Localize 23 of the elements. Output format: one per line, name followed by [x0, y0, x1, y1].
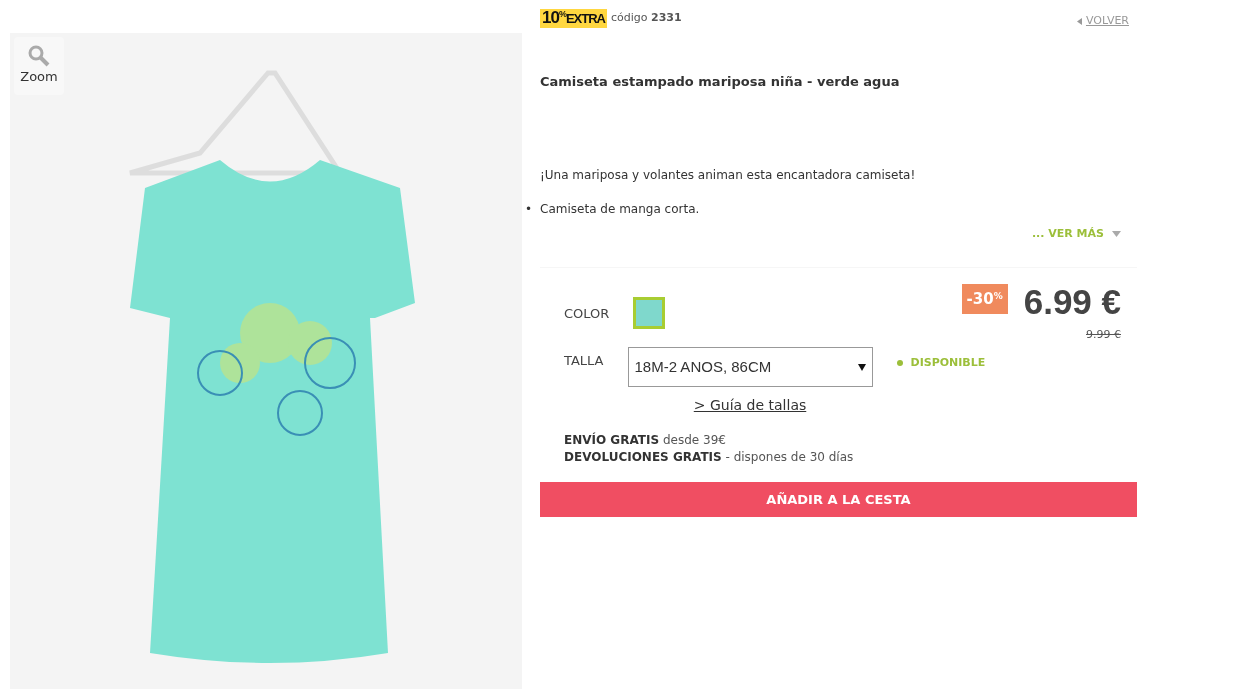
bullet-point: Camiseta de manga corta.: [540, 201, 700, 219]
zoom-button[interactable]: Zoom: [14, 37, 64, 95]
caret-down-icon: [857, 363, 866, 371]
color-label: COLOR: [564, 304, 610, 323]
size-guide-link[interactable]: > Guía de tallas: [693, 395, 807, 417]
current-price: 6.99 €: [1023, 283, 1121, 319]
size-dropdown[interactable]: 18M-2 ANOS, 86CM: [627, 347, 873, 388]
color-swatch[interactable]: [633, 297, 666, 330]
discount-badge: -30$^{%}$: [961, 283, 1008, 315]
availability-status: DISPONIBLE: [910, 355, 986, 372]
product-title: Camiseta estampado mariposa niña - verde agua: [540, 73, 901, 90]
old-price: 9.99 €: [1085, 326, 1121, 343]
caret-down-icon: [1112, 231, 1121, 238]
shipping-info: DEVOLUCIONES GRATIS - dispones de 30 días: [564, 449, 855, 467]
size-label: TALLA: [564, 352, 604, 371]
bullet-marker: •: [525, 201, 533, 219]
promo-badge: 10$^{%}$EXTRA: [540, 9, 607, 28]
product-description: ¡Una mariposa y volantes animan esta encantadora camiseta!: [540, 167, 917, 185]
promo-code: código 2331: [611, 10, 682, 27]
shipping-info: ENVÍO GRATIS desde 39€: [564, 432, 727, 450]
add-to-cart-button[interactable]: AÑADIR A LA CESTA: [540, 482, 1137, 518]
caret-icon: [1076, 17, 1082, 25]
search-icon: [28, 45, 50, 68]
